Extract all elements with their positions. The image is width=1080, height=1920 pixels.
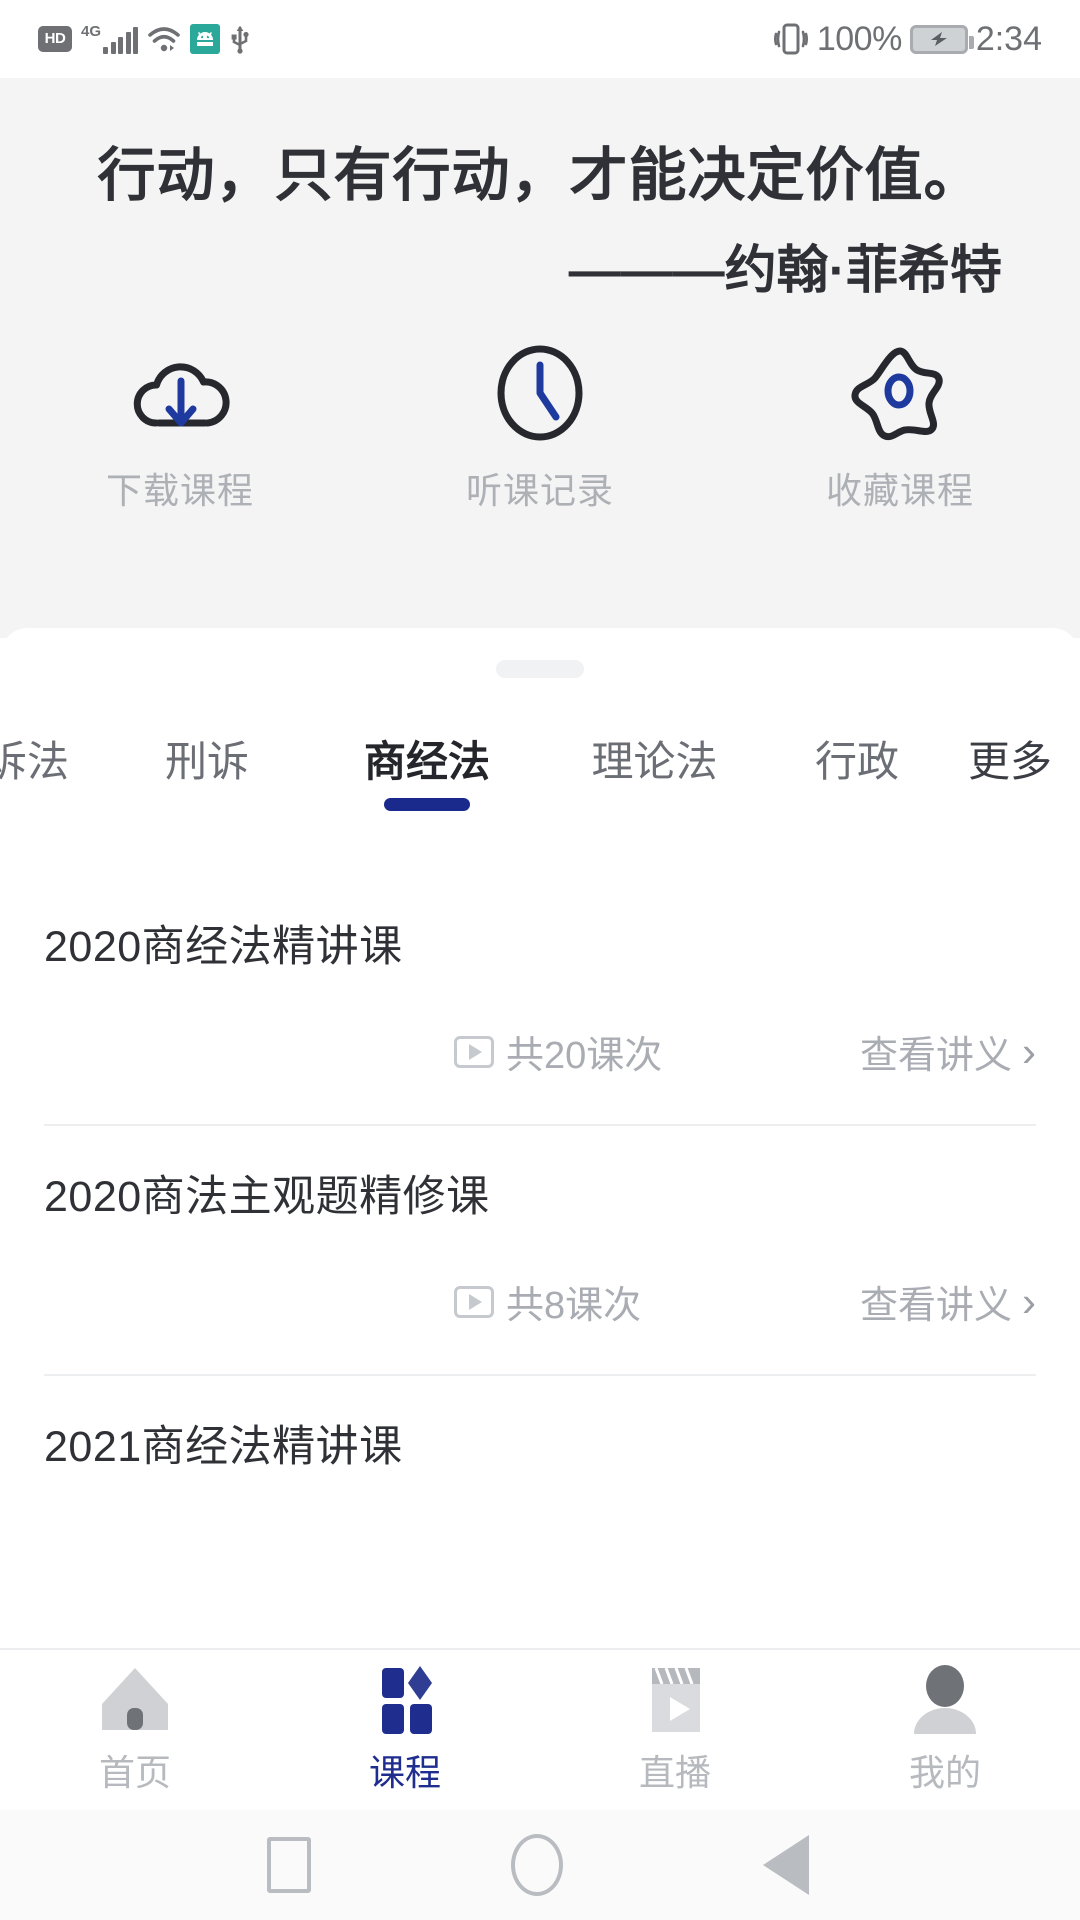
shortcut-row: 下载课程 听课记录 收藏课程 — [0, 338, 1080, 514]
content-sheet: 诉法 刑诉 商经法 理论法 行政 更多 2020商经法精讲课 共20课次 查看讲… — [0, 628, 1080, 1656]
star-favorite-icon — [845, 338, 955, 448]
tab-label: 刑诉 — [164, 738, 249, 785]
status-bar-right: 100% 2:34 — [773, 20, 1042, 59]
tab-lilunfa[interactable]: 理论法 — [542, 716, 767, 789]
hd-icon: HD — [38, 26, 72, 52]
status-bar-left: HD 4G — [38, 24, 251, 54]
course-title: 2020商法主观题精修课 — [44, 1173, 490, 1221]
tab-active-indicator — [384, 798, 470, 811]
recents-square-icon[interactable] — [267, 1837, 311, 1893]
shortcut-download-courses[interactable]: 下载课程 — [0, 338, 360, 514]
usb-icon — [231, 26, 249, 54]
tab-label: 行政 — [814, 738, 899, 785]
shortcut-favorite-courses[interactable]: 收藏课程 — [720, 338, 1080, 514]
vibrate-icon — [773, 23, 808, 55]
shortcut-label: 收藏课程 — [825, 470, 974, 511]
home-icon — [96, 1664, 174, 1736]
course-list: 2020商经法精讲课 共20课次 查看讲义 › 2020商法主观题精修课 共8课… — [0, 876, 1080, 1626]
android-system-navigation-bar — [0, 1810, 1080, 1920]
tab-label: 诉法 — [0, 738, 69, 785]
tabs-more-button[interactable]: 更多 — [940, 716, 1080, 836]
header-section: 行动，只有行动，才能决定价值。 ———约翰·菲希特 下载课程 听课记录 收藏课程 — [0, 78, 1080, 638]
back-triangle-icon[interactable] — [763, 1834, 813, 1896]
course-list-item[interactable]: 2020商法主观题精修课 共8课次 查看讲义 › — [0, 1126, 1080, 1376]
shortcut-label: 下载课程 — [105, 470, 254, 511]
sheet-drag-handle[interactable] — [496, 660, 584, 678]
cloud-download-icon — [122, 338, 238, 448]
tab-label: 理论法 — [591, 738, 718, 785]
course-lesson-count: 共20课次 — [454, 1024, 662, 1079]
view-handout-button[interactable]: 查看讲义 › — [860, 1024, 1036, 1079]
quote-author: ———约翰·菲希特 — [568, 242, 1002, 300]
lesson-count-label: 共20课次 — [506, 1035, 663, 1077]
nav-label: 课程 — [368, 1752, 441, 1793]
chevron-right-icon: › — [1022, 1277, 1036, 1325]
courses-grid-icon — [366, 1664, 444, 1736]
battery-charging-icon — [909, 24, 974, 54]
wifi-icon — [148, 27, 180, 52]
category-tab-bar: 诉法 刑诉 商经法 理论法 行政 更多 — [0, 716, 1080, 836]
tabs-more-label: 更多 — [967, 738, 1052, 785]
tab-susufa[interactable]: 诉法 — [0, 716, 102, 789]
handout-label: 查看讲义 — [859, 1285, 1012, 1327]
course-meta-row: 共20课次 查看讲义 › — [0, 1024, 1080, 1079]
view-handout-button[interactable]: 查看讲义 › — [860, 1274, 1036, 1329]
course-title: 2021商经法精讲课 — [44, 1423, 403, 1471]
person-profile-icon — [906, 1664, 984, 1736]
android-debug-icon — [190, 24, 221, 54]
handout-label: 查看讲义 — [859, 1035, 1012, 1077]
nav-label: 直播 — [638, 1752, 711, 1793]
lesson-count-label: 共8课次 — [506, 1285, 642, 1327]
clock-label: 2:34 — [975, 19, 1042, 58]
nav-label: 我的 — [908, 1752, 981, 1793]
course-lesson-count: 共8课次 — [454, 1274, 641, 1329]
bottom-navigation-bar: 首页 课程 直播 我的 — [0, 1648, 1080, 1810]
tab-label: 商经法 — [363, 738, 490, 785]
chevron-right-icon: › — [1022, 1027, 1036, 1075]
nav-item-profile[interactable]: 我的 — [810, 1664, 1080, 1796]
clock-icon — [487, 338, 593, 448]
course-title: 2020商经法精讲课 — [44, 923, 403, 971]
nav-item-courses[interactable]: 课程 — [270, 1664, 540, 1796]
shortcut-label: 听课记录 — [465, 470, 614, 511]
category-tab-strip[interactable]: 诉法 刑诉 商经法 理论法 行政 — [0, 716, 960, 836]
signal-strength-bars — [103, 27, 139, 54]
status-bar: HD 4G 100% 2:34 — [0, 0, 1080, 78]
course-meta-row: 共8课次 查看讲义 › — [0, 1274, 1080, 1329]
shortcut-listening-record[interactable]: 听课记录 — [360, 338, 720, 514]
course-list-item[interactable]: 2021商经法精讲课 — [0, 1376, 1080, 1626]
nav-label: 首页 — [98, 1752, 171, 1793]
nav-item-home[interactable]: 首页 — [0, 1664, 270, 1796]
network-type-label: 4G — [81, 23, 102, 40]
battery-percent-label: 100% — [816, 19, 902, 58]
course-list-item[interactable]: 2020商经法精讲课 共20课次 查看讲义 › — [0, 876, 1080, 1126]
quote-text: 行动，只有行动，才能决定价值。 — [97, 143, 983, 208]
nav-item-live[interactable]: 直播 — [540, 1664, 810, 1796]
signal-bars-icon: 4G — [81, 23, 139, 54]
phone-screen: HD 4G 100% 2:34 行动，只有行动，才能决定价值。 ———约翰·菲希… — [0, 0, 1080, 1920]
clapperboard-live-icon — [636, 1664, 714, 1736]
tab-xingsu[interactable]: 刑诉 — [102, 716, 312, 789]
tab-xingzheng[interactable]: 行政 — [767, 716, 947, 789]
tab-shangjingfa[interactable]: 商经法 — [312, 716, 542, 811]
play-video-icon — [454, 1035, 494, 1068]
home-circle-icon[interactable] — [511, 1834, 563, 1896]
play-video-icon — [454, 1285, 494, 1318]
